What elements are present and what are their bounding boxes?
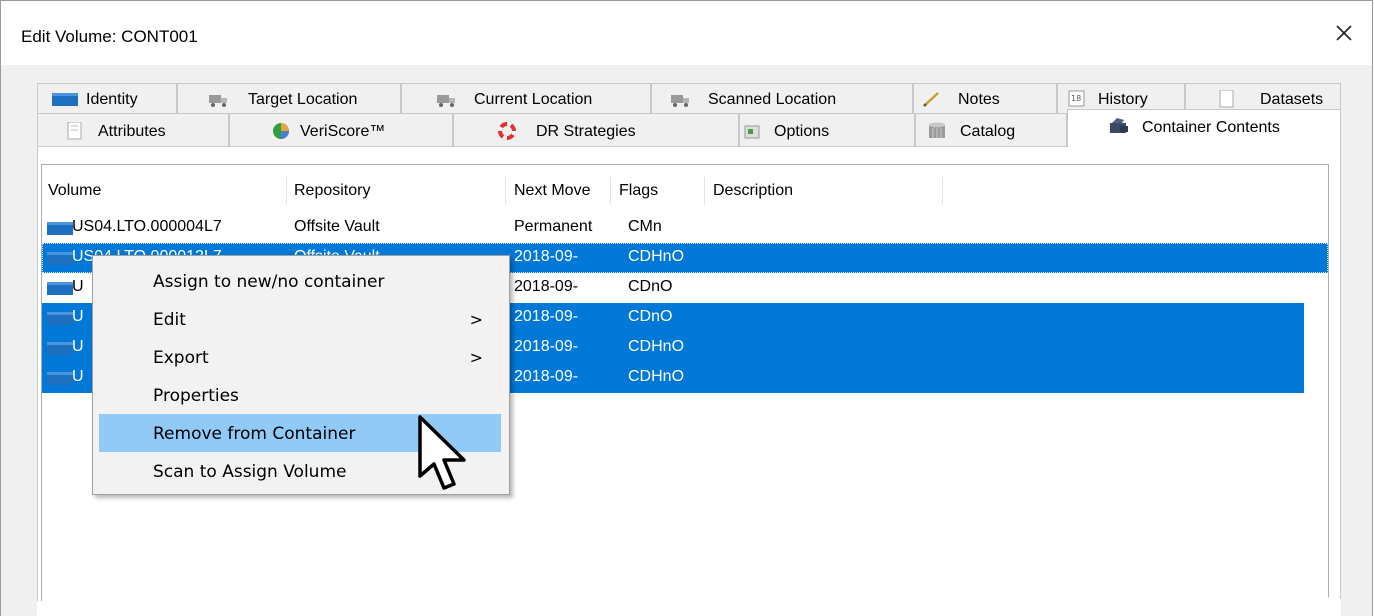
document-icon [1216, 89, 1238, 108]
column-header-next-move[interactable]: Next Move [514, 182, 590, 200]
chevron-right-icon: > [469, 310, 483, 329]
cell-flags: CDnO [628, 278, 673, 295]
pie-chart-icon [270, 122, 292, 140]
column-divider[interactable] [286, 177, 287, 205]
cell-flags: CMn [628, 218, 662, 235]
container-icon [1108, 117, 1130, 135]
tab-options[interactable]: Options [739, 113, 915, 147]
table-row[interactable]: US04.LTO.000004L7 Offsite Vault Permanen… [42, 213, 1328, 243]
column-header-flags[interactable]: Flags [619, 182, 658, 200]
tape-volume-icon [47, 249, 73, 267]
truck-icon [208, 90, 230, 108]
options-icon [742, 122, 764, 140]
tape-volume-icon [47, 369, 73, 387]
column-divider[interactable] [942, 177, 943, 205]
close-icon [1336, 25, 1352, 41]
svg-text:18: 18 [1071, 94, 1081, 103]
cell-volume: US04.LTO.000004L7 [72, 218, 222, 235]
close-button[interactable] [1330, 19, 1358, 47]
document-icon [64, 121, 86, 140]
tape-volume-icon [52, 90, 78, 108]
column-divider[interactable] [505, 177, 506, 205]
tab-target-location[interactable]: Target Location [177, 83, 401, 113]
cell-next-move: Permanent [514, 218, 593, 235]
column-divider[interactable] [704, 177, 705, 205]
mouse-cursor-icon [418, 415, 466, 490]
tab-dr-strategies[interactable]: DR Strategies [453, 113, 739, 147]
tab-container-contents[interactable]: Container Contents [1067, 109, 1341, 147]
database-icon [926, 122, 948, 140]
tape-volume-icon [47, 279, 73, 297]
cell-flags: CDnO [628, 308, 673, 325]
dialog-title: Edit Volume: CONT001 [21, 27, 198, 46]
cell-next-move: 2018-09- [514, 368, 579, 385]
cell-next-move: 2018-09- [514, 278, 579, 295]
tab-current-location[interactable]: Current Location [401, 83, 651, 113]
tape-volume-icon [47, 219, 73, 237]
cell-next-move: 2018-09- [514, 308, 579, 325]
tape-volume-icon [47, 309, 73, 327]
cell-volume: U [72, 278, 84, 295]
tab-attributes[interactable]: Attributes [37, 113, 229, 147]
column-header-repository[interactable]: Repository [294, 182, 370, 200]
cell-volume: U [72, 368, 84, 385]
cell-next-move: 2018-09- [514, 248, 579, 265]
cell-repository: Offsite Vault [294, 218, 380, 235]
life-ring-icon [496, 122, 518, 140]
column-header-description[interactable]: Description [713, 182, 793, 200]
list-header: Volume Repository Next Move Flags Descri… [42, 165, 1328, 209]
truck-icon [436, 90, 458, 108]
cell-flags: CDHnO [628, 248, 685, 265]
cell-flags: CDHnO [628, 368, 685, 385]
menu-item-properties[interactable]: Properties [99, 376, 501, 414]
tab-scanned-location[interactable]: Scanned Location [651, 83, 913, 113]
tape-volume-icon [47, 339, 73, 357]
tab-notes[interactable]: Notes [913, 83, 1057, 113]
cell-next-move: 2018-09- [514, 338, 579, 355]
tab-row-2: Attributes VeriScore™ DR Strategies Opti… [37, 109, 1341, 147]
menu-item-export[interactable]: Export > [99, 338, 501, 376]
cell-flags: CDHnO [628, 338, 685, 355]
column-divider[interactable] [610, 177, 611, 205]
tab-veriscore[interactable]: VeriScore™ [229, 113, 453, 147]
tab-catalog[interactable]: Catalog [915, 113, 1067, 147]
truck-icon [670, 90, 692, 108]
cell-volume: U [72, 338, 84, 355]
column-header-volume[interactable]: Volume [48, 182, 101, 200]
menu-item-assign-container[interactable]: Assign to new/no container [99, 262, 501, 300]
pencil-icon [920, 90, 942, 108]
tab-identity[interactable]: Identity [37, 83, 177, 113]
calendar-icon: 18 [1066, 90, 1088, 108]
chevron-right-icon: > [469, 348, 483, 367]
cell-volume: U [72, 308, 84, 325]
menu-item-edit[interactable]: Edit > [99, 300, 501, 338]
title-bar: Edit Volume: CONT001 [1, 1, 1372, 65]
